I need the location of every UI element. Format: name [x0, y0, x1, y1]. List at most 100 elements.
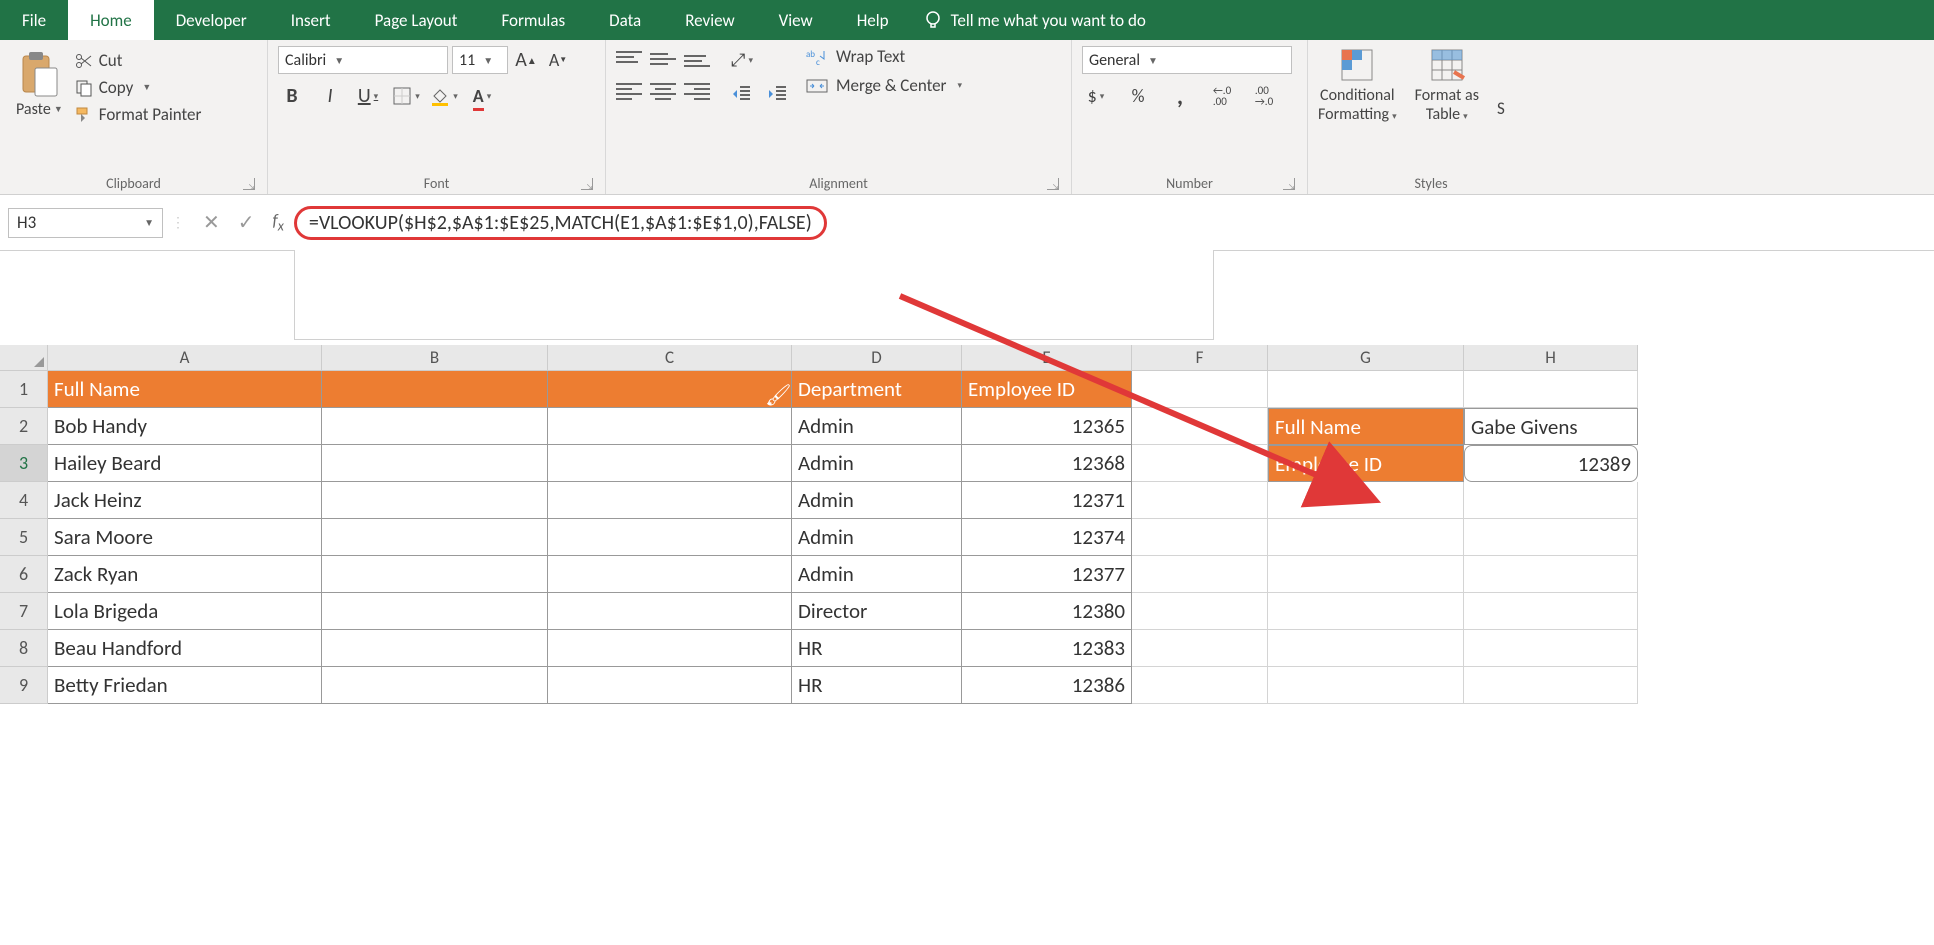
cell-e4[interactable]: 12371 [962, 482, 1132, 519]
cell-b2[interactable] [322, 408, 548, 445]
cell-b8[interactable] [322, 630, 548, 667]
cell-h9[interactable] [1464, 667, 1638, 704]
cell-h6[interactable] [1464, 556, 1638, 593]
cut-button[interactable]: Cut [75, 50, 202, 71]
cell-c8[interactable] [548, 630, 792, 667]
cell-g7[interactable] [1268, 593, 1464, 630]
cell-b5[interactable] [322, 519, 548, 556]
cell-d5[interactable]: Admin [792, 519, 962, 556]
cancel-formula-button[interactable]: ✕ [203, 210, 220, 235]
cell-d6[interactable]: Admin [792, 556, 962, 593]
cell-b1[interactable] [322, 371, 548, 408]
cell-h5[interactable] [1464, 519, 1638, 556]
cell-g4[interactable] [1268, 482, 1464, 519]
cell-d8[interactable]: HR [792, 630, 962, 667]
cell-c1[interactable]: 🖌 [548, 371, 792, 408]
tab-developer[interactable]: Developer [154, 0, 269, 40]
cell-a6[interactable]: Zack Ryan [48, 556, 322, 593]
align-top-button[interactable] [616, 46, 642, 68]
row-header-3[interactable]: 3 [0, 445, 48, 482]
cell-c5[interactable] [548, 519, 792, 556]
tab-view[interactable]: View [757, 0, 835, 40]
decrease-decimal-button[interactable]: .00→.0 [1250, 82, 1278, 110]
cell-c6[interactable] [548, 556, 792, 593]
cell-e7[interactable]: 12380 [962, 593, 1132, 630]
increase-font-button[interactable]: A▲ [512, 46, 540, 74]
merge-center-button[interactable]: Merge & Center▾ [806, 75, 962, 96]
cell-e8[interactable]: 12383 [962, 630, 1132, 667]
cell-a3[interactable]: Hailey Beard [48, 445, 322, 482]
font-name-combo[interactable]: Calibri▼ [278, 46, 448, 74]
col-header-d[interactable]: D [792, 345, 962, 371]
copy-button[interactable]: Copy▼ [75, 77, 202, 98]
cell-g2[interactable]: Full Name [1268, 408, 1464, 445]
cell-h4[interactable] [1464, 482, 1638, 519]
name-box[interactable]: H3▼ [8, 208, 163, 238]
cell-b6[interactable] [322, 556, 548, 593]
enter-formula-button[interactable]: ✓ [238, 210, 255, 235]
col-header-h[interactable]: H [1464, 345, 1638, 371]
number-launcher[interactable] [1283, 178, 1295, 190]
align-bottom-button[interactable] [684, 46, 710, 68]
tab-file[interactable]: File [0, 0, 68, 40]
cell-g5[interactable] [1268, 519, 1464, 556]
increase-decimal-button[interactable]: ←.0.00 [1208, 82, 1236, 110]
cell-f5[interactable] [1132, 519, 1268, 556]
paste-button[interactable]: Paste▼ [10, 46, 69, 171]
wrap-text-button[interactable]: abc Wrap Text [806, 46, 962, 67]
accounting-format-button[interactable]: $▾ [1082, 82, 1110, 110]
align-center-button[interactable] [650, 80, 676, 102]
italic-button[interactable]: I [316, 82, 344, 110]
decrease-font-button[interactable]: A▼ [544, 46, 572, 74]
format-as-table-button[interactable]: Format asTable▾ [1415, 46, 1479, 171]
increase-indent-button[interactable] [764, 80, 792, 108]
cell-f1[interactable] [1132, 371, 1268, 408]
bold-button[interactable]: B [278, 82, 306, 110]
cell-f6[interactable] [1132, 556, 1268, 593]
orientation-button[interactable]: ⤢▾ [728, 46, 756, 74]
row-header-2[interactable]: 2 [0, 408, 48, 445]
cell-e6[interactable]: 12377 [962, 556, 1132, 593]
alignment-launcher[interactable] [1047, 178, 1059, 190]
row-header-6[interactable]: 6 [0, 556, 48, 593]
select-all-corner[interactable] [0, 345, 48, 371]
col-header-b[interactable]: B [322, 345, 548, 371]
underline-button[interactable]: U▾ [354, 82, 382, 110]
cell-e3[interactable]: 12368 [962, 445, 1132, 482]
cell-a7[interactable]: Lola Brigeda [48, 593, 322, 630]
cell-f7[interactable] [1132, 593, 1268, 630]
cell-c7[interactable] [548, 593, 792, 630]
row-header-1[interactable]: 1 [0, 371, 48, 408]
cell-a4[interactable]: Jack Heinz [48, 482, 322, 519]
cell-d7[interactable]: Director [792, 593, 962, 630]
cell-e1[interactable]: Employee ID [962, 371, 1132, 408]
cell-h2[interactable]: Gabe Givens [1464, 408, 1638, 445]
tab-data[interactable]: Data [587, 0, 663, 40]
cell-h8[interactable] [1464, 630, 1638, 667]
comma-button[interactable]: , [1166, 82, 1194, 110]
col-header-c[interactable]: C [548, 345, 792, 371]
borders-button[interactable]: ▾ [392, 82, 420, 110]
decrease-indent-button[interactable] [728, 80, 756, 108]
font-launcher[interactable] [581, 178, 593, 190]
align-middle-button[interactable] [650, 46, 676, 68]
row-header-8[interactable]: 8 [0, 630, 48, 667]
row-header-5[interactable]: 5 [0, 519, 48, 556]
tab-insert[interactable]: Insert [269, 0, 353, 40]
cell-d3[interactable]: Admin [792, 445, 962, 482]
cell-d9[interactable]: HR [792, 667, 962, 704]
cell-b3[interactable] [322, 445, 548, 482]
col-header-g[interactable]: G [1268, 345, 1464, 371]
fx-button[interactable]: fx [273, 210, 284, 234]
formula-input[interactable]: =VLOOKUP($H$2,$A$1:$E$25,MATCH(E1,$A$1:$… [294, 208, 1934, 238]
tab-help[interactable]: Help [835, 0, 911, 40]
col-header-a[interactable]: A [48, 345, 322, 371]
conditional-formatting-button[interactable]: ConditionalFormatting▾ [1318, 46, 1397, 171]
cell-c9[interactable] [548, 667, 792, 704]
cell-a9[interactable]: Betty Friedan [48, 667, 322, 704]
cell-g9[interactable] [1268, 667, 1464, 704]
cell-h7[interactable] [1464, 593, 1638, 630]
cell-e9[interactable]: 12386 [962, 667, 1132, 704]
cell-f2[interactable] [1132, 408, 1268, 445]
col-header-f[interactable]: F [1132, 345, 1268, 371]
